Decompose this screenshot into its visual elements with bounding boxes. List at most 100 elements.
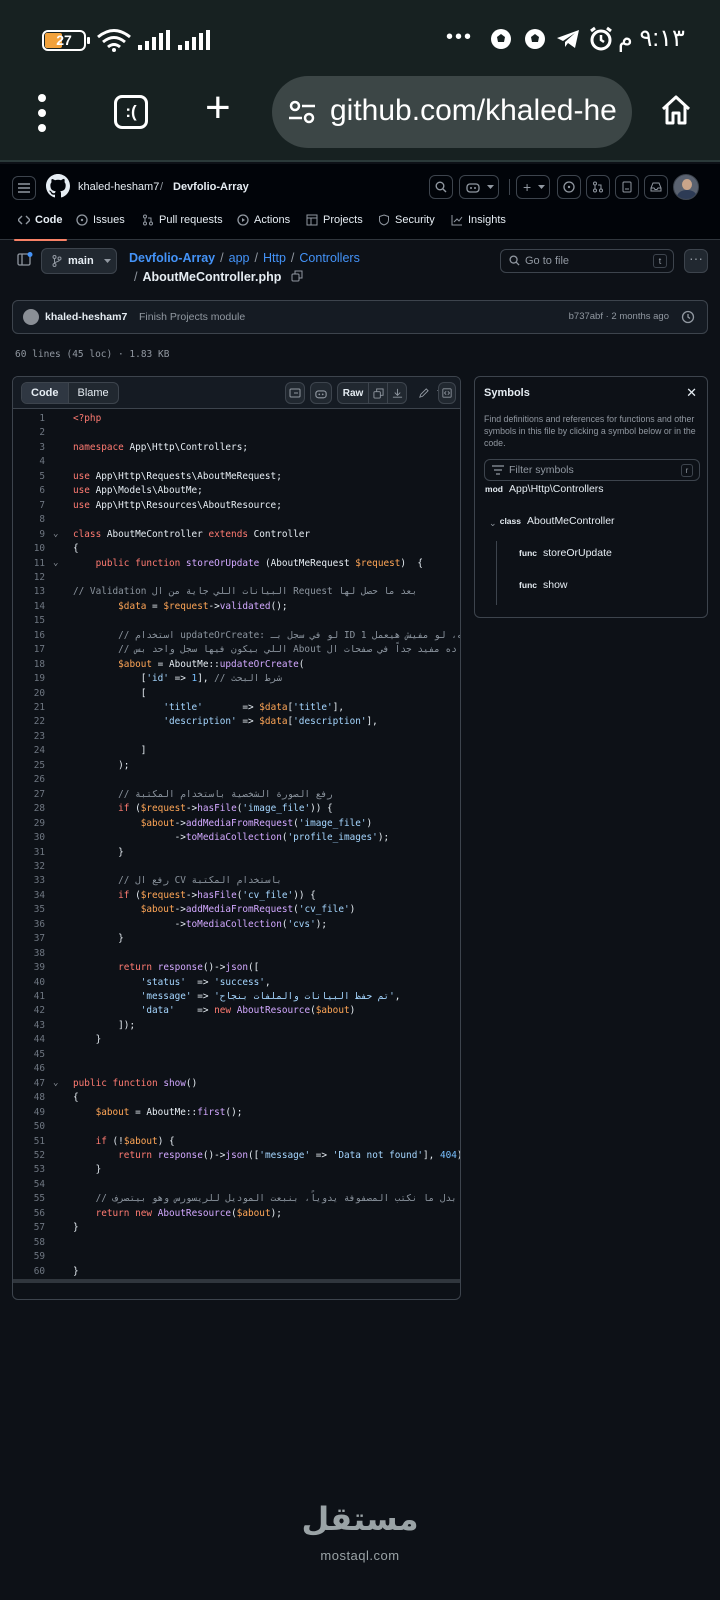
- line-number[interactable]: 55: [13, 1191, 45, 1206]
- line-number[interactable]: 42: [13, 1003, 45, 1018]
- hamburger-menu-button[interactable]: [12, 176, 36, 200]
- go-to-file-input[interactable]: Go to file t: [500, 249, 674, 273]
- line-number[interactable]: 14: [13, 599, 45, 614]
- fold-chevron-icon[interactable]: ⌄: [53, 527, 58, 542]
- code-navigation-button[interactable]: [438, 382, 456, 404]
- line-number[interactable]: 2: [13, 425, 45, 440]
- fold-chevron-icon[interactable]: ⌄: [53, 1076, 58, 1091]
- history-icon[interactable]: [681, 310, 695, 324]
- breadcrumb-http[interactable]: Http: [263, 251, 286, 265]
- line-number[interactable]: 46: [13, 1061, 45, 1076]
- line-number[interactable]: 22: [13, 714, 45, 729]
- line-number[interactable]: 54: [13, 1177, 45, 1192]
- line-number[interactable]: 31: [13, 845, 45, 860]
- home-icon[interactable]: [660, 94, 692, 126]
- github-logo-icon[interactable]: [46, 174, 70, 198]
- tab-code[interactable]: Code: [14, 214, 66, 241]
- line-number[interactable]: 52: [13, 1148, 45, 1163]
- filter-symbols-input[interactable]: Filter symbols r: [484, 459, 700, 481]
- breadcrumb-app[interactable]: app: [229, 251, 250, 265]
- repo-owner-link[interactable]: khaled-hesham7: [78, 181, 159, 193]
- line-number[interactable]: 49: [13, 1105, 45, 1120]
- close-icon[interactable]: ✕: [686, 385, 697, 401]
- blame-view-button[interactable]: Blame: [69, 383, 118, 403]
- symbols-toggle-button[interactable]: [285, 382, 305, 404]
- line-number[interactable]: 5: [13, 469, 45, 484]
- tab-insights[interactable]: Insights: [451, 214, 506, 226]
- line-number[interactable]: 24: [13, 743, 45, 758]
- line-number[interactable]: 20: [13, 686, 45, 701]
- breadcrumb-repo[interactable]: Devfolio-Array: [129, 251, 215, 265]
- line-number[interactable]: 17: [13, 642, 45, 657]
- symbol-item[interactable]: class AboutMeController: [481, 515, 615, 527]
- branch-selector-button[interactable]: main: [41, 248, 117, 274]
- line-number[interactable]: 50: [13, 1119, 45, 1134]
- repo-name-link[interactable]: Devfolio-Array: [173, 181, 249, 193]
- url-text[interactable]: github.com/khaled-he: [330, 94, 617, 128]
- line-number[interactable]: 59: [13, 1249, 45, 1264]
- line-number[interactable]: 16: [13, 628, 45, 643]
- copy-raw-button[interactable]: [368, 382, 388, 404]
- line-number[interactable]: 41: [13, 989, 45, 1004]
- raw-button[interactable]: Raw: [337, 382, 369, 404]
- site-settings-icon[interactable]: [288, 100, 316, 124]
- copilot-button[interactable]: [459, 175, 499, 199]
- repositories-button[interactable]: [615, 175, 639, 199]
- browser-menu-icon[interactable]: [36, 94, 48, 138]
- line-number[interactable]: 37: [13, 931, 45, 946]
- line-number[interactable]: 18: [13, 657, 45, 672]
- line-number[interactable]: 21: [13, 700, 45, 715]
- copy-icon[interactable]: [291, 270, 303, 282]
- line-number[interactable]: 30: [13, 830, 45, 845]
- line-number[interactable]: 57: [13, 1220, 45, 1235]
- line-number[interactable]: 9: [13, 527, 45, 542]
- line-number[interactable]: 43: [13, 1018, 45, 1033]
- inbox-button[interactable]: [644, 175, 668, 199]
- line-number[interactable]: 33: [13, 873, 45, 888]
- line-number[interactable]: 15: [13, 613, 45, 628]
- download-raw-button[interactable]: [387, 382, 407, 404]
- line-number[interactable]: 23: [13, 729, 45, 744]
- symbol-item[interactable]: mod App\Http\Controllers: [481, 483, 604, 495]
- pull-requests-button[interactable]: [586, 175, 610, 199]
- line-number[interactable]: 28: [13, 801, 45, 816]
- tab-switcher-button[interactable]: :(: [114, 95, 148, 129]
- line-number[interactable]: 7: [13, 498, 45, 513]
- fold-chevron-icon[interactable]: ⌄: [53, 556, 58, 571]
- line-number[interactable]: 38: [13, 946, 45, 961]
- line-number[interactable]: 56: [13, 1206, 45, 1221]
- line-number[interactable]: 6: [13, 483, 45, 498]
- line-number[interactable]: 1: [13, 411, 45, 426]
- line-number[interactable]: 29: [13, 816, 45, 831]
- line-number[interactable]: 11: [13, 556, 45, 571]
- line-number[interactable]: 36: [13, 917, 45, 932]
- line-number[interactable]: 58: [13, 1235, 45, 1250]
- line-number[interactable]: 12: [13, 570, 45, 585]
- line-number[interactable]: 44: [13, 1032, 45, 1047]
- tab-actions[interactable]: Actions: [237, 214, 290, 226]
- line-number[interactable]: 53: [13, 1162, 45, 1177]
- symbol-item[interactable]: func storeOrUpdate: [497, 547, 612, 559]
- line-number[interactable]: 35: [13, 902, 45, 917]
- line-number[interactable]: 27: [13, 787, 45, 802]
- commit-message[interactable]: Finish Projects module: [139, 311, 245, 323]
- line-number[interactable]: 26: [13, 772, 45, 787]
- tab-security[interactable]: Security: [378, 214, 435, 226]
- line-number[interactable]: 34: [13, 888, 45, 903]
- symbol-item[interactable]: func show: [497, 579, 567, 591]
- line-number[interactable]: 4: [13, 454, 45, 469]
- tab-projects[interactable]: Projects: [306, 214, 363, 226]
- horizontal-scrollbar[interactable]: [13, 1279, 460, 1283]
- search-button[interactable]: [429, 175, 453, 199]
- address-bar[interactable]: github.com/khaled-he: [272, 76, 632, 148]
- line-number[interactable]: 48: [13, 1090, 45, 1105]
- commit-author-avatar[interactable]: [23, 309, 39, 325]
- tab-pull-requests[interactable]: Pull requests: [142, 214, 223, 226]
- breadcrumb-controllers[interactable]: Controllers: [299, 251, 359, 265]
- line-number[interactable]: 47: [13, 1076, 45, 1091]
- line-number[interactable]: 40: [13, 975, 45, 990]
- line-number[interactable]: 60: [13, 1264, 45, 1279]
- more-options-button[interactable]: ···: [684, 249, 708, 273]
- line-number[interactable]: 10: [13, 541, 45, 556]
- line-number[interactable]: 3: [13, 440, 45, 455]
